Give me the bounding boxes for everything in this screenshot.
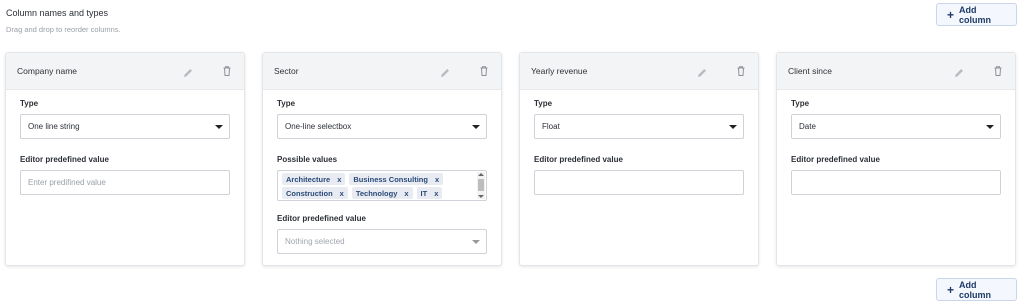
type-value: One-line selectbox [285,122,352,131]
card-header: Sector [263,53,501,90]
scroll-down-icon[interactable] [478,195,484,198]
value-tag: Business Consulting x [349,173,444,185]
add-column-button-top[interactable]: + Add column [936,3,1017,26]
trash-icon[interactable] [992,65,1004,77]
editor-predefined-label: Editor predefined value [20,155,109,164]
scroll-up-icon[interactable] [478,173,484,176]
type-label: Type [277,99,296,108]
type-label: Type [20,99,39,108]
value-tag: IT x [416,187,443,199]
value-tag: Technology x [351,187,413,199]
possible-values-tag-input[interactable]: Architecture x Business Consulting x Const… [277,170,487,201]
pencil-icon[interactable] [953,67,965,79]
card-header: Company name [6,53,244,90]
card-header: Yearly revenue [520,53,758,90]
pencil-icon[interactable] [182,67,194,79]
tag-label: Construction [286,188,333,198]
column-name: Company name [17,66,78,76]
value-tag: Construction x [282,187,348,199]
predefined-value-input[interactable]: Enter predifined value [20,170,230,195]
editor-predefined-label: Editor predefined value [277,214,366,223]
type-select[interactable]: Date [791,114,1001,139]
column-card-sector[interactable]: Sector Type One-line selectbox Possible … [262,52,502,266]
caret-down-icon [472,240,480,244]
possible-values-label: Possible values [277,155,338,164]
type-label: Type [534,99,553,108]
tag-label: IT [420,188,428,198]
add-column-label: Add column [959,4,992,25]
plus-icon: + [947,7,955,22]
tag-label: Technology [355,188,398,198]
remove-tag-icon[interactable]: x [434,189,438,198]
scroll-thumb[interactable] [478,179,484,191]
caret-down-icon [986,125,994,129]
remove-tag-icon[interactable]: x [340,189,344,198]
trash-icon[interactable] [735,65,747,77]
caret-down-icon [215,125,223,129]
column-card-client-since[interactable]: Client since Type Date Editor predefined… [776,52,1016,266]
editor-predefined-label: Editor predefined value [534,155,623,164]
card-header: Client since [777,53,1015,90]
type-value: Date [799,122,816,131]
section-title: Column names and types [6,8,109,18]
type-value: One line string [28,122,80,131]
remove-tag-icon[interactable]: x [435,175,439,184]
add-column-label: Add column [959,279,992,300]
type-select[interactable]: One line string [20,114,230,139]
predefined-value-input[interactable] [791,170,1001,195]
column-name: Yearly revenue [531,66,588,76]
column-card-yearly-revenue[interactable]: Yearly revenue Type Float Editor predefi… [519,52,759,266]
value-tag: Architecture x [282,173,346,185]
type-label: Type [791,99,810,108]
tag-label: Business Consulting [353,174,428,184]
type-select[interactable]: Float [534,114,744,139]
remove-tag-icon[interactable]: x [404,189,408,198]
predefined-value: Nothing selected [285,237,345,246]
trash-icon[interactable] [478,65,490,77]
pencil-icon[interactable] [439,67,451,79]
editor-predefined-label: Editor predefined value [791,155,880,164]
section-subtitle: Drag and drop to reorder columns. [6,25,121,34]
trash-icon[interactable] [221,65,233,77]
pencil-icon[interactable] [696,67,708,79]
remove-tag-icon[interactable]: x [337,175,341,184]
plus-icon: + [947,282,955,297]
tag-label: Architecture [286,174,331,184]
column-name: Sector [274,66,299,76]
type-select[interactable]: One-line selectbox [277,114,487,139]
predefined-value-input[interactable] [534,170,744,195]
predefined-placeholder: Enter predifined value [28,178,106,187]
add-column-button-bottom[interactable]: + Add column [936,278,1017,301]
column-card-company-name[interactable]: Company name Type One line string Editor… [5,52,245,266]
caret-down-icon [472,125,480,129]
caret-down-icon [729,125,737,129]
column-name: Client since [788,66,832,76]
tag-box-scrollbar[interactable] [477,172,485,199]
predefined-value-select[interactable]: Nothing selected [277,229,487,254]
type-value: Float [542,122,560,131]
